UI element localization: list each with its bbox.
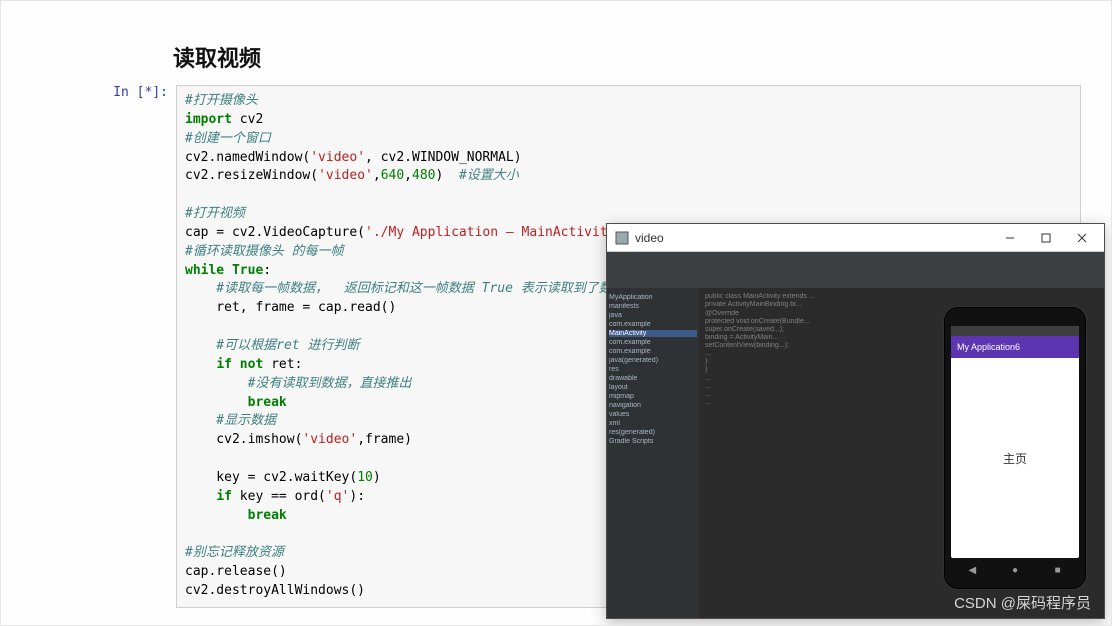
ide-toolbar[interactable] [607, 252, 1104, 289]
recent-icon[interactable]: ■ [1051, 563, 1065, 577]
ide-body: MyApplication manifests java com.example… [607, 252, 1104, 618]
watermark: CSDN @屎码程序员 [954, 592, 1091, 613]
tree-item[interactable]: MyApplication [609, 294, 697, 301]
tree-item[interactable]: res(generated) [609, 429, 697, 436]
window-title: video [635, 231, 992, 245]
tree-item[interactable]: com.example [609, 348, 697, 355]
emulator-screen[interactable]: My Application6 主页 [951, 326, 1079, 558]
editor-line: public class MainActivity extends ... [705, 293, 1098, 300]
markdown-cell: 读取视频 [173, 41, 1081, 73]
tree-item[interactable]: mipmap [609, 393, 697, 400]
tree-item[interactable]: com.example [609, 339, 697, 346]
tree-item[interactable]: drawable [609, 375, 697, 382]
home-icon[interactable]: ● [1008, 563, 1022, 577]
tree-item[interactable]: java [609, 312, 697, 319]
tree-item[interactable]: com.example [609, 321, 697, 328]
back-icon[interactable]: ◀ [965, 563, 979, 577]
minimize-button[interactable] [992, 224, 1028, 251]
video-window[interactable]: video MyApplication manifests java com.e… [606, 223, 1105, 619]
status-bar [951, 326, 1079, 336]
window-icon [615, 231, 629, 245]
tree-item[interactable]: layout [609, 384, 697, 391]
tree-item[interactable]: MainActivity [609, 330, 697, 337]
cell-heading: 读取视频 [173, 41, 1081, 73]
cell-prompt: In [*]: [73, 85, 176, 100]
tree-item[interactable]: xml [609, 420, 697, 427]
tree-item[interactable]: manifests [609, 303, 697, 310]
window-titlebar[interactable]: video [607, 224, 1104, 252]
tree-item[interactable]: java(generated) [609, 357, 697, 364]
page-root: 读取视频 In [*]: #打开摄像头 import cv2 #创建一个窗口 c… [0, 0, 1112, 626]
maximize-button[interactable] [1028, 224, 1064, 251]
tree-item[interactable]: values [609, 411, 697, 418]
project-tree[interactable]: MyApplication manifests java com.example… [607, 288, 699, 618]
phone-emulator[interactable]: My Application6 主页 ◀ ● ■ [944, 307, 1086, 589]
app-bar: My Application6 [951, 336, 1079, 358]
app-main-text: 主页 [951, 358, 1079, 558]
tree-item[interactable]: navigation [609, 402, 697, 409]
close-button[interactable] [1064, 224, 1100, 251]
tree-item[interactable]: res [609, 366, 697, 373]
nav-bar[interactable]: ◀ ● ■ [951, 561, 1079, 579]
tree-item[interactable]: Gradle Scripts [609, 438, 697, 445]
